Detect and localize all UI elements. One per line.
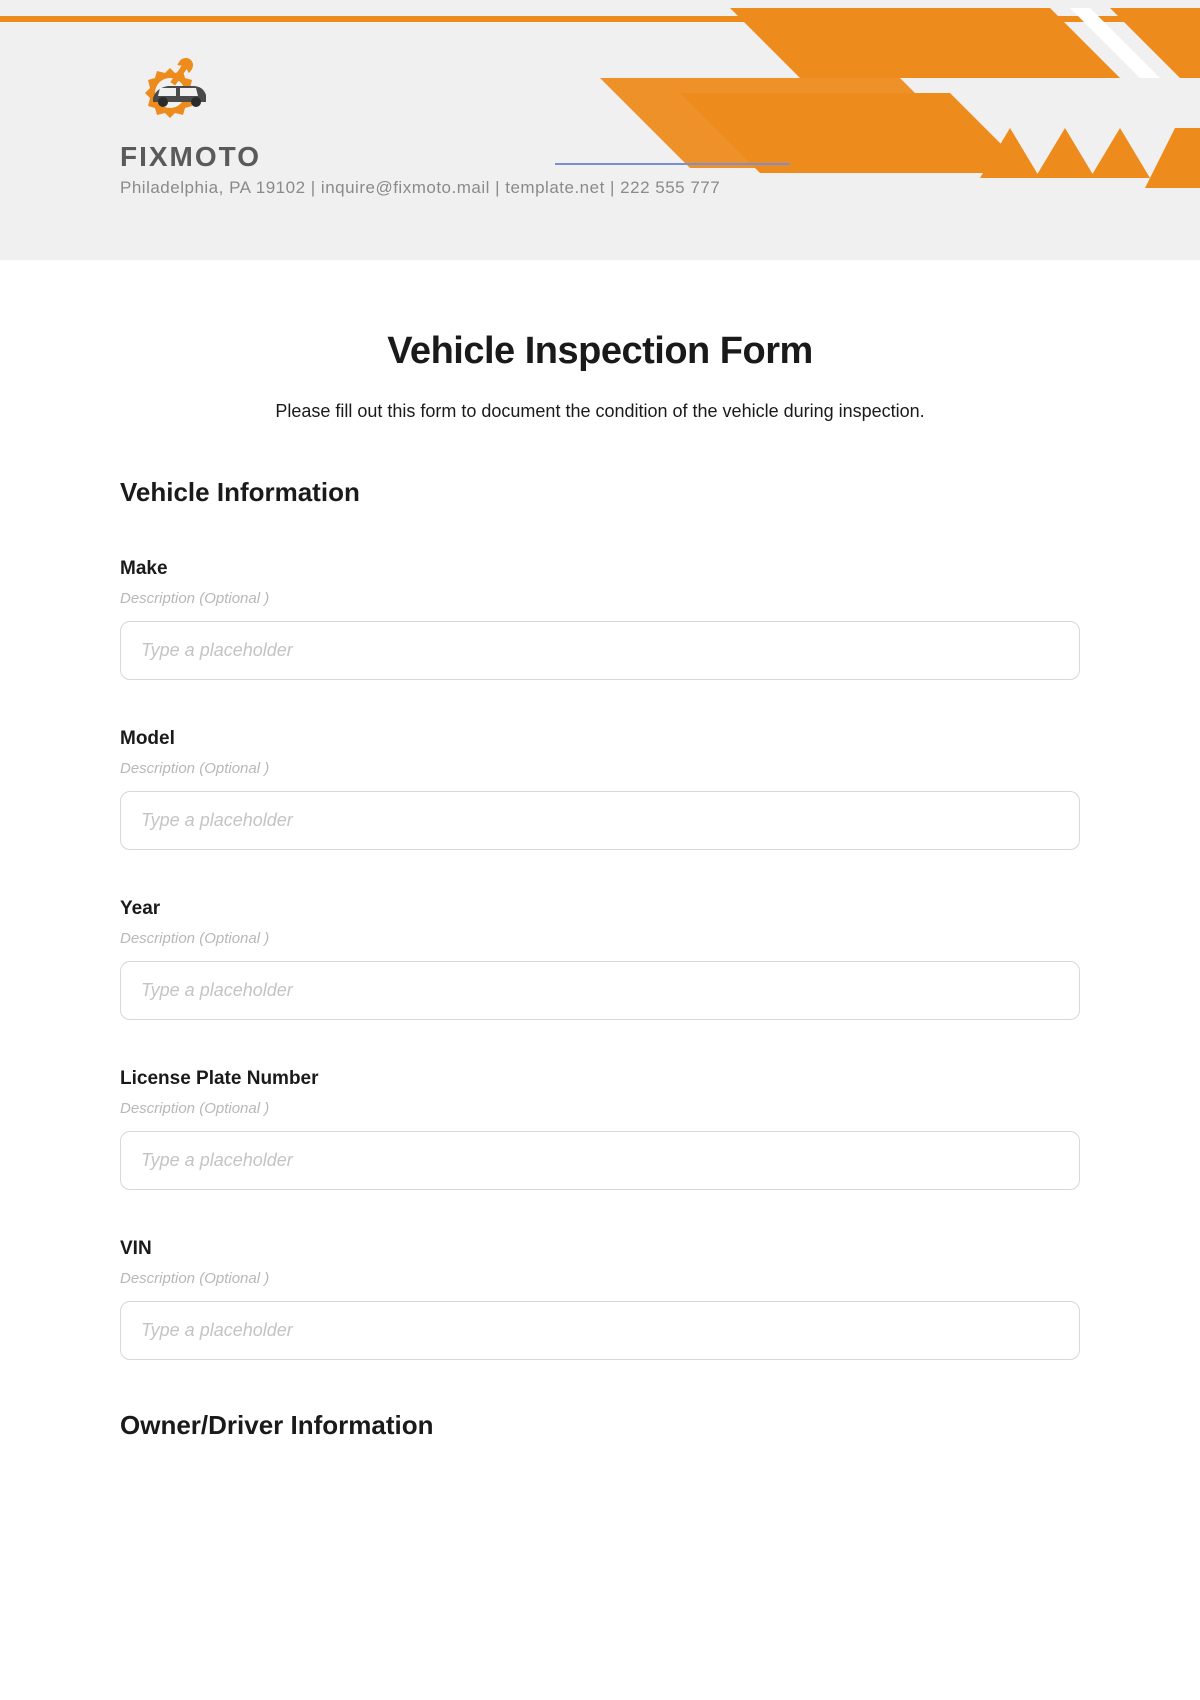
- make-input[interactable]: [120, 621, 1080, 680]
- form-field-license-plate: License Plate Number Description (Option…: [120, 1068, 1080, 1190]
- form-field-make: Make Description (Optional ): [120, 558, 1080, 680]
- field-label-vin: VIN: [120, 1238, 1080, 1260]
- field-label-license-plate: License Plate Number: [120, 1068, 1080, 1090]
- field-label-year: Year: [120, 898, 1080, 920]
- form-field-vin: VIN Description (Optional ): [120, 1238, 1080, 1360]
- year-input[interactable]: [120, 961, 1080, 1020]
- section-title-owner-driver: Owner/Driver Information: [120, 1410, 1080, 1441]
- section-title-vehicle-info: Vehicle Information: [120, 477, 1080, 508]
- page-title: Vehicle Inspection Form: [120, 330, 1080, 373]
- company-logo-icon: [120, 58, 230, 133]
- link-underline: [555, 163, 790, 165]
- field-description-vin: Description (Optional ): [120, 1270, 1080, 1287]
- field-description-model: Description (Optional ): [120, 760, 1080, 777]
- form-field-year: Year Description (Optional ): [120, 898, 1080, 1020]
- company-contact-info: Philadelphia, PA 19102 | inquire@fixmoto…: [120, 178, 720, 198]
- company-name: FIXMOTO: [120, 141, 720, 173]
- logo-block: FIXMOTO Philadelphia, PA 19102 | inquire…: [120, 58, 720, 198]
- vin-input[interactable]: [120, 1301, 1080, 1360]
- field-label-make: Make: [120, 558, 1080, 580]
- field-label-model: Model: [120, 728, 1080, 750]
- license-plate-input[interactable]: [120, 1131, 1080, 1190]
- header-area: FIXMOTO Philadelphia, PA 19102 | inquire…: [0, 0, 1200, 260]
- form-field-model: Model Description (Optional ): [120, 728, 1080, 850]
- page-description: Please fill out this form to document th…: [120, 401, 1080, 422]
- field-description-year: Description (Optional ): [120, 930, 1080, 947]
- main-content: Vehicle Inspection Form Please fill out …: [0, 260, 1200, 1471]
- field-description-license-plate: Description (Optional ): [120, 1100, 1080, 1117]
- field-description-make: Description (Optional ): [120, 590, 1080, 607]
- model-input[interactable]: [120, 791, 1080, 850]
